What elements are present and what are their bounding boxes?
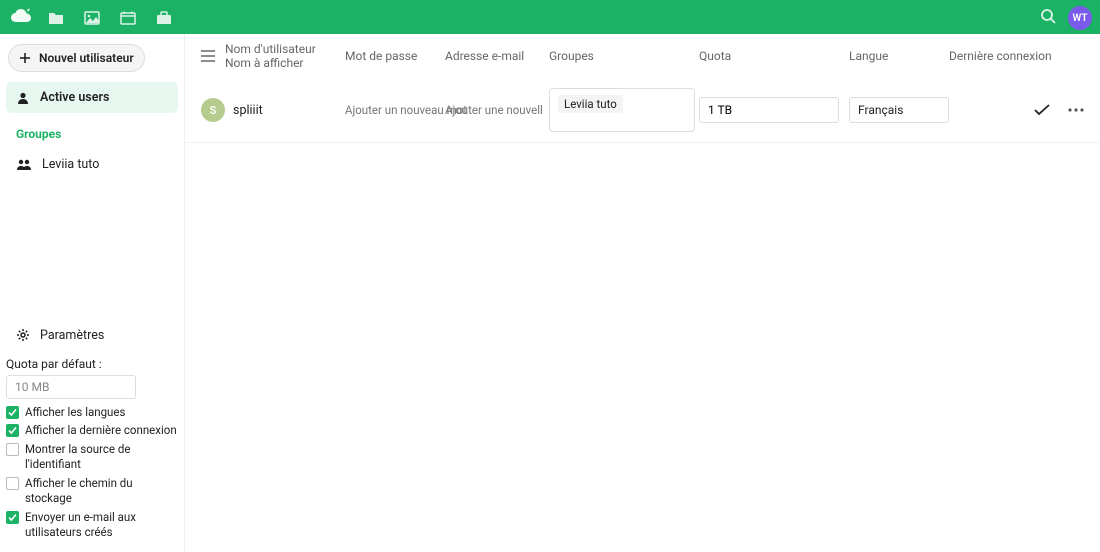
checkbox[interactable] xyxy=(6,443,19,456)
option-label: Afficher le chemin du stockage xyxy=(25,476,178,506)
default-quota-label: Quota par défaut : xyxy=(6,351,178,375)
checkbox[interactable] xyxy=(6,511,19,524)
option-label: Afficher la dernière connexion xyxy=(25,423,177,438)
main-content: Nom d'utilisateur Nom à afficher Mot de … xyxy=(185,34,1100,552)
settings-option: Envoyer un e-mail aux utilisateurs créés xyxy=(6,508,178,542)
checkbox[interactable] xyxy=(6,406,19,419)
row-avatar: S xyxy=(201,98,225,122)
settings-option: Afficher la dernière connexion xyxy=(6,421,178,440)
new-user-button[interactable]: Nouvel utilisateur xyxy=(8,44,145,72)
sidebar-item-active-users[interactable]: Active users xyxy=(6,82,178,113)
settings-button[interactable]: Paramètres xyxy=(6,320,178,351)
settings-option: Afficher les langues xyxy=(6,403,178,422)
option-label: Montrer la source de l'identifiant xyxy=(25,442,178,472)
header-email: Adresse e-mail xyxy=(445,49,549,63)
settings-option: Afficher le chemin du stockage xyxy=(6,474,178,508)
sidebar-item-group[interactable]: Leviia tuto xyxy=(6,149,178,180)
settings-label: Paramètres xyxy=(40,328,104,343)
default-quota-select[interactable]: 10 MB xyxy=(6,375,136,399)
checkbox[interactable] xyxy=(6,424,19,437)
header-last-login: Dernière connexion xyxy=(949,49,1079,63)
user-avatar[interactable]: WT xyxy=(1068,6,1092,30)
briefcase-icon[interactable] xyxy=(148,2,180,34)
group-tag: Leviia tuto xyxy=(558,95,623,113)
row-language-select[interactable]: Français xyxy=(849,97,949,123)
table-header: Nom d'utilisateur Nom à afficher Mot de … xyxy=(185,34,1100,78)
checkbox[interactable] xyxy=(6,477,19,490)
confirm-icon[interactable] xyxy=(1034,104,1050,116)
option-label: Envoyer un e-mail aux utilisateurs créés xyxy=(25,510,178,540)
user-row: S spliiit Leviia tuto Français xyxy=(185,78,1100,143)
row-groups-select[interactable]: Leviia tuto xyxy=(549,88,695,132)
new-user-label: Nouvel utilisateur xyxy=(39,51,134,65)
option-label: Afficher les langues xyxy=(25,405,125,420)
photos-icon[interactable] xyxy=(76,2,108,34)
top-bar: WT xyxy=(0,0,1100,34)
groups-section-title: Groupes xyxy=(6,113,178,149)
app-logo[interactable] xyxy=(8,4,36,32)
group-item-label: Leviia tuto xyxy=(42,157,99,172)
row-email-input[interactable] xyxy=(445,103,543,117)
header-language: Langue xyxy=(849,49,949,63)
user-icon xyxy=(16,91,30,105)
row-username[interactable]: spliiit xyxy=(233,103,345,118)
header-quota: Quota xyxy=(699,49,849,63)
more-icon[interactable] xyxy=(1068,108,1084,112)
gear-icon xyxy=(16,328,30,342)
plus-icon xyxy=(19,52,31,64)
group-icon xyxy=(16,158,32,172)
header-password: Mot de passe xyxy=(345,49,445,63)
hamburger-icon[interactable] xyxy=(201,50,225,62)
search-icon[interactable] xyxy=(1040,8,1056,28)
row-quota-input[interactable] xyxy=(699,97,839,123)
header-groups: Groupes xyxy=(549,49,699,63)
calendar-icon[interactable] xyxy=(112,2,144,34)
sidebar: Nouvel utilisateur Active users Groupes … xyxy=(0,34,185,552)
active-users-label: Active users xyxy=(40,90,109,105)
settings-option: Montrer la source de l'identifiant xyxy=(6,440,178,474)
files-icon[interactable] xyxy=(40,2,72,34)
header-username-1: Nom d'utilisateur xyxy=(225,42,345,56)
header-username-2: Nom à afficher xyxy=(225,56,345,70)
